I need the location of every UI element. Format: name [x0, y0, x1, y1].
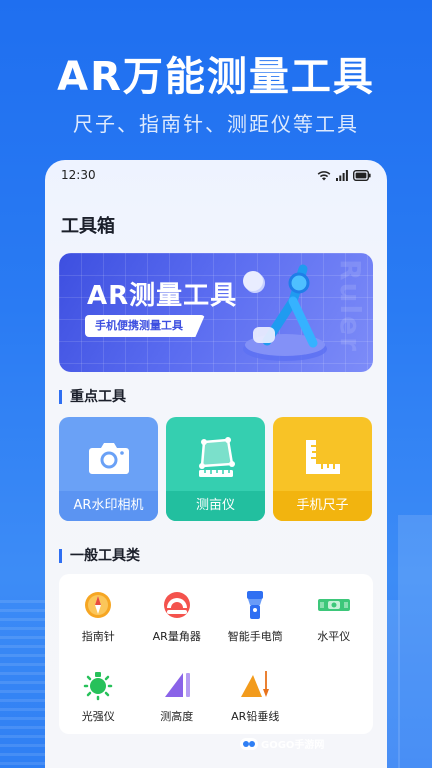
- light-meter-icon: [84, 672, 113, 701]
- key-tool-phone-ruler[interactable]: 手机尺子: [273, 417, 372, 521]
- key-tools-title: 重点工具: [59, 390, 126, 404]
- tool-ar-protractor[interactable]: AR量角器: [138, 588, 217, 668]
- signal-icon: [336, 169, 348, 181]
- tool-smart-flashlight[interactable]: 智能手电筒: [216, 588, 295, 668]
- ruler-icon: [305, 440, 340, 474]
- key-tools-grid: AR水印相机 测亩仪 手机尺子: [59, 417, 373, 521]
- watermark-logo: GOGO手游网: [240, 736, 324, 751]
- banner-title: AR测量工具: [87, 281, 238, 311]
- status-bar: 12:30: [45, 160, 387, 190]
- tool-light-meter[interactable]: 光强仪: [59, 668, 138, 738]
- wifi-icon: [317, 170, 331, 180]
- status-time: 12:30: [61, 168, 96, 182]
- plumb-line-icon: [241, 671, 270, 697]
- tool-label: 测高度: [160, 710, 194, 723]
- key-tool-ar-watermark-camera[interactable]: AR水印相机: [59, 417, 158, 521]
- key-tool-acre-meter[interactable]: 测亩仪: [166, 417, 265, 521]
- tool-label: 水平仪: [317, 630, 351, 643]
- key-tool-label: AR水印相机: [59, 491, 158, 521]
- compass-icon: [85, 592, 112, 618]
- banner-watermark: Ruler: [334, 259, 367, 353]
- camera-icon: [88, 443, 129, 474]
- tool-label: 指南针: [81, 630, 115, 643]
- hero-subtitle: 尺子、指南针、测距仪等工具: [73, 112, 359, 136]
- tool-height-measure[interactable]: 测高度: [138, 668, 217, 738]
- watermark-text: GOGO手游网: [261, 740, 325, 751]
- general-tools-title: 一般工具类: [59, 549, 140, 563]
- protractor-icon: [163, 592, 190, 618]
- level-icon: [317, 599, 350, 611]
- tool-label: 智能手电筒: [227, 630, 283, 643]
- tool-spirit-level[interactable]: 水平仪: [295, 588, 374, 668]
- key-tool-label: 手机尺子: [273, 491, 372, 521]
- tool-compass[interactable]: 指南针: [59, 588, 138, 668]
- flashlight-icon: [247, 591, 264, 619]
- tool-label: AR量角器: [152, 630, 201, 643]
- height-measure-icon: [164, 673, 190, 697]
- banner-tag: 手机便携测量工具: [85, 315, 205, 337]
- promo-banner[interactable]: Ruler AR测量工具 手机便携测量工具: [59, 253, 373, 372]
- phone-screen: 12:30 工具箱 Ruler AR测量工具 手机便携测量工具 重点工具 AR水…: [45, 160, 387, 768]
- gogo-logo-icon: [240, 737, 258, 750]
- tool-ar-plumb-line[interactable]: AR铅垂线: [216, 668, 295, 738]
- area-measure-icon: [198, 437, 235, 477]
- hero-title: AR万能测量工具: [57, 54, 375, 100]
- tool-label: 光强仪: [81, 710, 115, 723]
- general-tools-grid: 指南针 AR量角器 智能手电筒 水平仪 光强仪 测高度 AR铅垂线: [59, 574, 373, 734]
- page-title: 工具箱: [61, 216, 115, 237]
- battery-icon: [353, 169, 371, 181]
- tool-label: AR铅垂线: [231, 710, 280, 723]
- compass-3d-icon: [243, 264, 327, 361]
- key-tool-label: 测亩仪: [166, 491, 265, 521]
